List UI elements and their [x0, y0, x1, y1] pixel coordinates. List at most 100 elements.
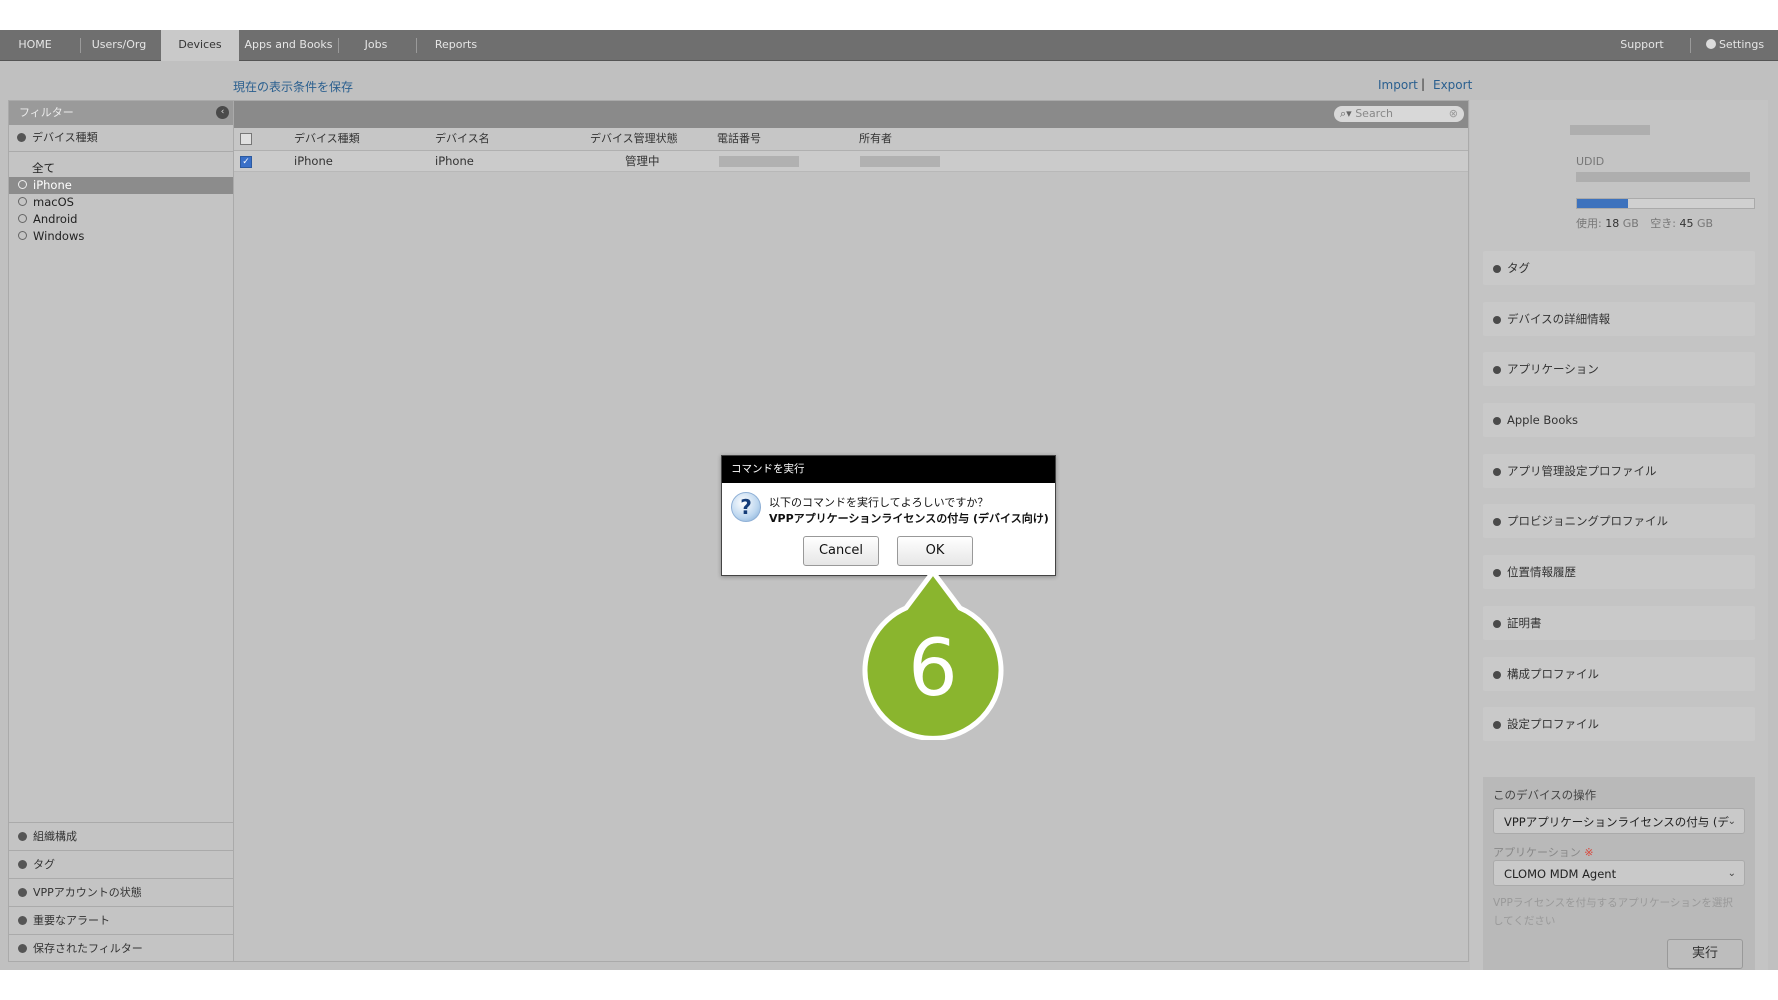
filter-saved[interactable]: 保存されたフィルター [9, 934, 233, 961]
filter-title: フィルター [19, 106, 74, 119]
filter-section-label: 重要なアラート [33, 914, 110, 927]
chevron-down-icon [1493, 265, 1501, 273]
select-all-checkbox[interactable] [240, 133, 252, 145]
filter-tags[interactable]: タグ [9, 850, 233, 877]
filter-item-iphone[interactable]: iPhone [9, 177, 233, 194]
redacted-phone [719, 156, 799, 167]
section-settings-profiles[interactable]: 設定プロファイル [1483, 707, 1755, 741]
search-placeholder: Search [1355, 107, 1393, 120]
app-window: HOME Users/Org Devices Apps and Books Jo… [0, 30, 1778, 970]
tab-home[interactable]: HOME [6, 30, 64, 60]
storage-bar [1576, 198, 1755, 209]
section-label: デバイスの詳細情報 [1507, 312, 1611, 326]
tab-apps-and-books[interactable]: Apps and Books [242, 30, 335, 60]
ok-button[interactable]: OK [897, 536, 973, 566]
redacted-udid [1576, 172, 1750, 182]
radio-icon [18, 180, 27, 189]
save-filter-link[interactable]: 現在の表示条件を保存 [233, 78, 353, 95]
section-provisioning-profiles[interactable]: プロビジョニングプロファイル [1483, 504, 1755, 538]
table-row[interactable]: ✓ iPhone iPhone 管理中 [234, 151, 1468, 172]
column-header[interactable]: デバイス種類 [294, 128, 360, 150]
top-nav: HOME Users/Org Devices Apps and Books Jo… [0, 30, 1778, 61]
export-link[interactable]: Export [1433, 78, 1472, 92]
nav-divider [416, 38, 417, 53]
device-type-section[interactable]: デバイス種類 [9, 125, 233, 152]
section-certificates[interactable]: 証明書 [1483, 606, 1755, 640]
required-mark: ※ [1584, 846, 1594, 859]
nav-divider [1690, 38, 1691, 53]
chevron-down-icon [1493, 417, 1501, 425]
tab-devices[interactable]: Devices [161, 30, 239, 61]
redacted-owner [860, 156, 940, 167]
clear-icon[interactable]: ⊗ [1449, 106, 1458, 122]
import-link[interactable]: Import [1378, 78, 1418, 92]
column-header[interactable]: 電話番号 [717, 128, 761, 150]
chevron-down-icon [1493, 671, 1501, 679]
dialog-title: コマンドを実行 [722, 456, 1055, 483]
filter-item-all[interactable]: 全て [9, 160, 233, 177]
command-select-value: VPPアプリケーションライセンスの付与 (デ [1504, 815, 1729, 829]
device-operation-box: このデバイスの操作 VPPアプリケーションライセンスの付与 (デ ⌄ アプリケー… [1483, 777, 1755, 970]
application-label: アプリケーション [1493, 846, 1581, 859]
used-unit: GB [1622, 217, 1639, 230]
filter-item-label: macOS [33, 195, 74, 209]
row-checkbox[interactable]: ✓ [240, 156, 252, 168]
nav-divider [80, 38, 81, 53]
application-label-wrap: アプリケーション ※ [1493, 844, 1594, 860]
search-icon: ⌕▾ [1340, 107, 1352, 120]
filter-alerts[interactable]: 重要なアラート [9, 906, 233, 933]
tab-jobs[interactable]: Jobs [346, 30, 406, 60]
section-label: アプリ管理設定プロファイル [1507, 464, 1657, 478]
list-toolbar: ⌕▾ Search ⊗ [234, 101, 1468, 128]
chevron-down-icon [18, 860, 27, 869]
redacted-device-name [1570, 125, 1650, 135]
section-label: 証明書 [1507, 616, 1542, 630]
column-header[interactable]: 所有者 [859, 128, 892, 150]
section-tags[interactable]: タグ [1483, 251, 1755, 285]
free-label: 空き: [1650, 217, 1677, 230]
table-header: デバイス種類 デバイス名 デバイス管理状態 電話番号 所有者 [234, 128, 1468, 151]
filter-header: フィルター ‹ [9, 101, 233, 125]
filter-sidebar: フィルター ‹ デバイス種類 全て iPhone macOS Android W… [8, 100, 234, 962]
settings-link[interactable]: Settings [1698, 30, 1772, 60]
column-header[interactable]: デバイス名 [435, 128, 490, 150]
filter-item-label: Android [33, 212, 78, 226]
section-label: Apple Books [1507, 413, 1579, 427]
section-configuration-profiles[interactable]: 構成プロファイル [1483, 657, 1755, 691]
filter-item-windows[interactable]: Windows [9, 228, 233, 245]
application-hint: VPPライセンスを付与するアプリケーションを選択してください [1493, 897, 1733, 927]
tab-users-org[interactable]: Users/Org [82, 30, 156, 60]
chevron-down-icon: ⌄ [1727, 816, 1736, 827]
cell-status: 管理中 [625, 154, 660, 168]
filter-item-label: iPhone [33, 178, 72, 192]
filter-section-label: 保存されたフィルター [33, 942, 143, 955]
column-header[interactable]: デバイス管理状態 [590, 128, 678, 150]
chevron-down-icon [1493, 316, 1501, 324]
command-select[interactable]: VPPアプリケーションライセンスの付与 (デ ⌄ [1493, 808, 1745, 834]
cell-device-name: iPhone [435, 154, 474, 168]
application-select[interactable]: CLOMO MDM Agent ⌄ [1493, 860, 1745, 886]
tab-reports[interactable]: Reports [424, 30, 488, 60]
section-device-details[interactable]: デバイスの詳細情報 [1483, 302, 1755, 336]
chevron-down-icon [18, 888, 27, 897]
section-location-history[interactable]: 位置情報履歴 [1483, 555, 1755, 589]
used-value: 18 [1605, 217, 1620, 230]
section-applications[interactable]: アプリケーション [1483, 352, 1755, 386]
filter-item-macos[interactable]: macOS [9, 194, 233, 211]
filter-item-android[interactable]: Android [9, 211, 233, 228]
support-link[interactable]: Support [1610, 30, 1674, 60]
radio-icon [18, 231, 27, 240]
filter-org-structure[interactable]: 組織構成 [9, 822, 233, 849]
section-app-config-profiles[interactable]: アプリ管理設定プロファイル [1483, 454, 1755, 488]
nav-divider [338, 38, 339, 53]
chevron-down-icon [18, 944, 27, 953]
search-input[interactable]: ⌕▾ Search ⊗ [1334, 106, 1464, 122]
execute-button[interactable]: 実行 [1667, 939, 1743, 969]
dialog-message: 以下のコマンドを実行してよろしいですか？ [769, 496, 989, 509]
chevron-down-icon [1493, 366, 1501, 374]
filter-item-label: Windows [33, 229, 85, 243]
section-apple-books[interactable]: Apple Books [1483, 403, 1755, 437]
collapse-icon[interactable]: ‹ [216, 106, 229, 119]
cancel-button[interactable]: Cancel [803, 536, 879, 566]
filter-vpp-status[interactable]: VPPアカウントの状態 [9, 878, 233, 905]
